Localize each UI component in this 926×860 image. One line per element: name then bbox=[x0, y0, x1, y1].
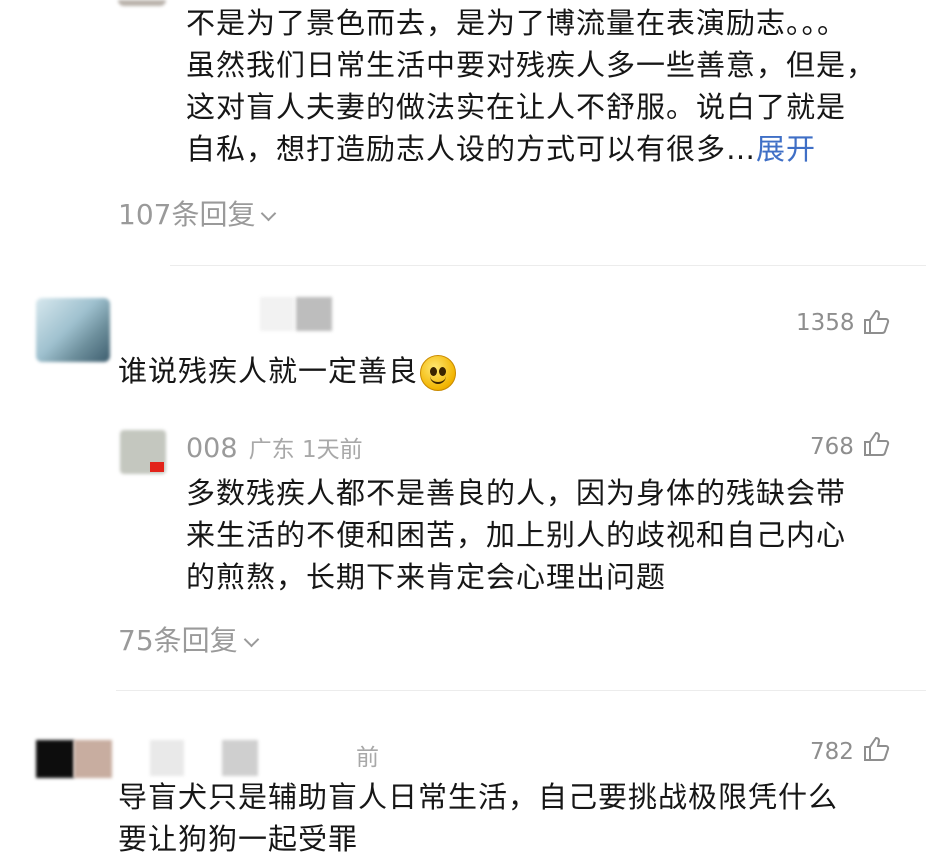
username-redacted[interactable] bbox=[150, 740, 184, 776]
reply-text-line: 的煎熬，长期下来肯定会心理出问题 bbox=[186, 560, 667, 594]
chevron-down-icon bbox=[261, 205, 277, 222]
comment-text-content: 谁说残疾人就一定善良 bbox=[118, 354, 419, 388]
comment-text-line: 导盲犬只是辅助盲人日常生活，自己要挑战极限凭什么 bbox=[118, 780, 839, 814]
comment-text-line: 这对盲人夫妻的做法实在让人不舒服。说白了就是 bbox=[186, 90, 847, 124]
reply-count: 75条回复 bbox=[118, 624, 238, 657]
avatar[interactable] bbox=[74, 740, 112, 778]
username-redacted[interactable] bbox=[260, 297, 294, 331]
divider bbox=[170, 265, 926, 266]
reply-body: 多数残疾人都不是善良的人，因为身体的残缺会带 来生活的不便和困苦，加上别人的歧视… bbox=[186, 472, 846, 598]
comment-text: 谁说残疾人就一定善良 bbox=[118, 350, 457, 392]
comment-text-line: 虽然我们日常生活中要对残疾人多一些善意，但是， bbox=[186, 48, 877, 82]
username-redacted[interactable] bbox=[222, 740, 258, 776]
smile-emoji-icon bbox=[420, 355, 457, 391]
thumbs-up-icon[interactable] bbox=[862, 430, 890, 462]
comment-body: 不是为了景色而去，是为了博流量在表演励志。。。 虽然我们日常生活中要对残疾人多一… bbox=[186, 2, 876, 170]
view-replies-button[interactable]: 107条回复 bbox=[118, 193, 277, 233]
divider bbox=[116, 690, 926, 691]
thumbs-up-icon[interactable] bbox=[862, 735, 890, 767]
flag-china-icon bbox=[150, 462, 164, 472]
comment-body: 导盲犬只是辅助盲人日常生活，自己要挑战极限凭什么 要让狗狗一起受罪 bbox=[118, 776, 838, 860]
reply-text-line: 多数残疾人都不是善良的人，因为身体的残缺会带 bbox=[186, 476, 847, 510]
comment-text: 自私，想打造励志人设的方式可以有很多… bbox=[186, 132, 757, 166]
location-time: 广东 1天前 bbox=[248, 437, 363, 463]
reply-count: 107条回复 bbox=[118, 198, 256, 231]
reply-text-line: 来生活的不便和困苦，加上别人的歧视和自己内心 bbox=[186, 518, 847, 552]
comment-text-line: 自私，想打造励志人设的方式可以有很多…展开 bbox=[186, 128, 876, 170]
chevron-down-icon bbox=[243, 631, 259, 648]
thumbs-up-icon[interactable] bbox=[862, 308, 890, 340]
like-count: 768 bbox=[810, 434, 854, 460]
like-count: 1358 bbox=[796, 310, 855, 336]
like-count: 782 bbox=[810, 739, 854, 765]
avatar[interactable] bbox=[36, 740, 74, 778]
username-redacted[interactable] bbox=[296, 297, 332, 331]
expand-link[interactable]: 展开 bbox=[756, 132, 816, 166]
avatar-partial-top[interactable] bbox=[118, 0, 166, 6]
timestamp: 前 bbox=[356, 745, 379, 771]
username[interactable]: 008 bbox=[186, 433, 238, 464]
comment-text-line: 不是为了景色而去，是为了博流量在表演励志。。。 bbox=[186, 6, 848, 40]
view-replies-button[interactable]: 75条回复 bbox=[118, 619, 259, 659]
avatar[interactable] bbox=[36, 298, 110, 362]
reply-header: 008 广东 1天前 bbox=[186, 430, 363, 464]
